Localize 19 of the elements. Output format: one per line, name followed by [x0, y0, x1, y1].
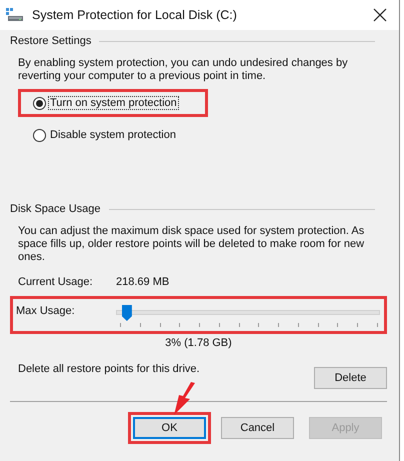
- window-title: System Protection for Local Disk (C:): [32, 8, 238, 22]
- description-text: You can adjust the maximum disk space used for system protection. As space fills up, older restore points will be deleted to make room for new ones.: [18, 225, 366, 264]
- slider-thumb[interactable]: [122, 305, 132, 321]
- dialog-button[interactable]: OK: [133, 417, 206, 439]
- delete-button[interactable]: Delete: [314, 367, 387, 389]
- description-text: By enabling system protection, you can undo undesired changes by reverting your computer to a previous point in time.: [18, 57, 349, 83]
- radio-option[interactable]: Disable system protection: [18, 121, 208, 149]
- max-usage-label: Max Usage:: [16, 305, 76, 317]
- current-usage-value: 218.69 MB: [116, 276, 170, 288]
- drive-icon: [6, 8, 24, 22]
- max-usage-slider[interactable]: [116, 305, 380, 329]
- max-usage-reading: 3% (1.78 GB): [164, 337, 233, 349]
- close-icon[interactable]: [373, 8, 387, 22]
- dialog-button[interactable]: Cancel: [221, 417, 294, 439]
- highlighted-radio-option[interactable]: Turn on system protection: [18, 89, 208, 117]
- current-usage-label: Current Usage:: [18, 276, 94, 288]
- delete-text: Delete all restore points for this drive.: [18, 363, 200, 375]
- group-heading: Disk Space Usage: [10, 203, 100, 215]
- group-heading: Restore Settings: [10, 35, 92, 47]
